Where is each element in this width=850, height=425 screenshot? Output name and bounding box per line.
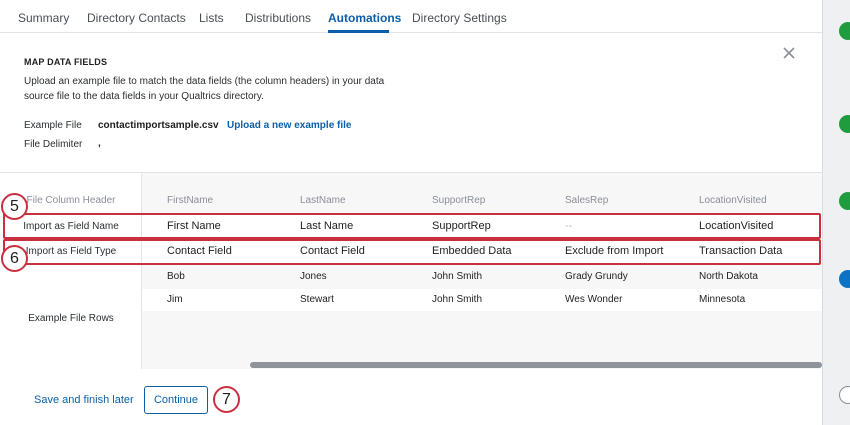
check-circle-icon — [839, 22, 850, 40]
tab-directory-contacts[interactable]: Directory Contacts — [87, 11, 186, 25]
example-file-label: Example File — [24, 120, 82, 131]
column-header: FirstName — [167, 195, 214, 206]
example-cell: Jim — [167, 294, 183, 305]
field-mapping-table: File Column Header Import as Field Name … — [0, 172, 822, 369]
check-circle-icon — [839, 192, 850, 210]
tab-bar: Summary Directory Contacts Lists Distrib… — [0, 0, 822, 33]
right-side-panel — [822, 0, 850, 425]
tab-lists[interactable]: Lists — [199, 11, 224, 25]
info-circle-icon — [839, 270, 850, 288]
example-cell: Stewart — [300, 294, 334, 305]
close-icon-glyph — [783, 47, 795, 59]
column-header: SalesRep — [565, 195, 609, 206]
field-type-row-highlight — [3, 239, 821, 265]
column-header: LocationVisited — [699, 195, 767, 206]
callout-badge-5: 5 — [1, 193, 28, 220]
check-circle-icon — [839, 115, 850, 133]
example-cell: John Smith — [432, 271, 483, 282]
row-label-example-rows: Example File Rows — [28, 313, 114, 324]
callout-badge-6: 6 — [1, 245, 28, 272]
example-cell: John Smith — [432, 294, 483, 305]
continue-button[interactable]: Continue — [144, 386, 208, 414]
callout-badge-7: 7 — [213, 386, 240, 413]
empty-circle-icon — [839, 386, 850, 404]
active-tab-indicator — [328, 30, 389, 33]
tab-summary[interactable]: Summary — [18, 11, 69, 25]
example-cell: North Dakota — [699, 271, 758, 282]
example-cell: Wes Wonder — [565, 294, 623, 305]
tab-distributions[interactable]: Distributions — [245, 11, 311, 25]
close-icon[interactable] — [779, 44, 799, 64]
upload-new-example-link[interactable]: Upload a new example file — [227, 120, 351, 131]
save-and-finish-later-link[interactable]: Save and finish later — [34, 394, 134, 406]
field-name-row-highlight — [3, 213, 821, 239]
example-cell: Grady Grundy — [565, 271, 628, 282]
modal-title: MAP DATA FIELDS — [24, 57, 108, 67]
tab-directory-settings[interactable]: Directory Settings — [412, 11, 507, 25]
file-delimiter-label: File Delimiter — [24, 139, 83, 150]
column-header: SupportRep — [432, 195, 486, 206]
example-cell: Jones — [300, 271, 327, 282]
horizontal-scrollbar[interactable] — [250, 362, 822, 368]
tab-automations[interactable]: Automations — [328, 11, 401, 25]
map-data-fields-modal: MAP DATA FIELDS Upload an example file t… — [0, 34, 822, 425]
example-cell: Bob — [167, 271, 185, 282]
example-cell: Minnesota — [699, 294, 746, 305]
file-delimiter-value: , — [98, 138, 101, 149]
example-file-value: contactimportsample.csv — [98, 120, 219, 131]
column-header: LastName — [300, 195, 346, 206]
modal-description: Upload an example file to match the data… — [24, 76, 385, 102]
